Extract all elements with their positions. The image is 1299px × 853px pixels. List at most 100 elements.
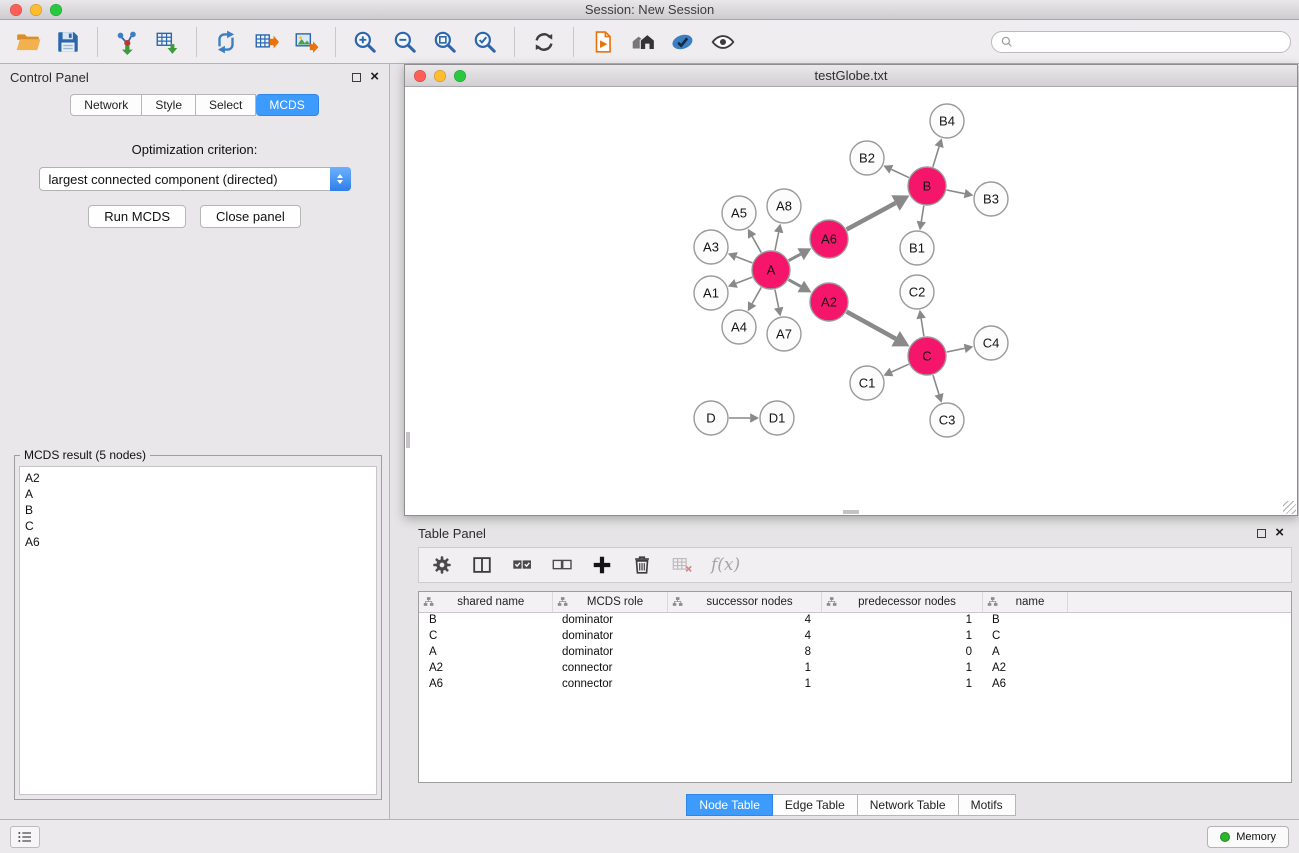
node-C2[interactable]: C2 (900, 275, 934, 309)
edge-A-A2[interactable] (789, 280, 801, 287)
edge-B-B3[interactable] (947, 190, 965, 194)
network-graph[interactable]: B4B2BB3A8A5A6A3B1AC2A1A2A4A7C4CC1DD1C3 (405, 88, 1297, 515)
table-row[interactable]: A2connector11A2 (419, 660, 1291, 676)
open-manual-icon[interactable] (585, 24, 621, 60)
edge-A-A4[interactable] (752, 287, 761, 303)
run-mcds-button[interactable]: Run MCDS (88, 205, 186, 228)
edge-A-A1[interactable] (736, 277, 752, 283)
table-row[interactable]: Bdominator41B (419, 612, 1291, 628)
export-network-icon[interactable] (208, 24, 244, 60)
close-panel-icon[interactable] (1275, 528, 1284, 538)
minimize-light[interactable] (434, 70, 446, 82)
node-D1[interactable]: D1 (760, 401, 794, 435)
memory-button[interactable]: Memory (1207, 826, 1289, 848)
split-handle-icon[interactable] (406, 432, 410, 448)
tab-network-table[interactable]: Network Table (858, 794, 959, 816)
mcds-result-list[interactable]: A2ABCA6 (19, 466, 377, 795)
float-panel-icon[interactable] (352, 73, 361, 82)
show-graphics-details-icon[interactable] (705, 24, 741, 60)
add-row-icon[interactable] (591, 554, 613, 576)
window-titlebar[interactable]: Session: New Session (0, 0, 1299, 20)
cell-MCDS-role[interactable]: dominator (552, 612, 667, 628)
curator-check-icon[interactable] (665, 24, 701, 60)
node-B3[interactable]: B3 (974, 182, 1008, 216)
open-session-icon[interactable] (10, 24, 46, 60)
cell-predecessor-nodes[interactable]: 1 (821, 628, 982, 644)
node-B4[interactable]: B4 (930, 104, 964, 138)
cell-shared-name[interactable]: A2 (419, 660, 552, 676)
node-B2[interactable]: B2 (850, 141, 884, 175)
edge-B-B4[interactable] (933, 147, 939, 167)
dropdown-stepper-icon[interactable] (330, 167, 351, 191)
close-panel-icon[interactable] (370, 72, 379, 82)
split-handle-icon[interactable] (843, 510, 859, 514)
edge-A-A7[interactable] (775, 290, 779, 308)
cell-MCDS-role[interactable]: connector (552, 660, 667, 676)
close-light[interactable] (414, 70, 426, 82)
edge-A-A5[interactable] (752, 236, 761, 252)
node-C4[interactable]: C4 (974, 326, 1008, 360)
import-table-from-file-icon[interactable] (149, 24, 185, 60)
table-row[interactable]: Cdominator41C (419, 628, 1291, 644)
edge-C-C4[interactable] (947, 348, 965, 352)
cell-predecessor-nodes[interactable]: 0 (821, 644, 982, 660)
cell-successor-nodes[interactable]: 4 (667, 612, 821, 628)
edge-A2-C[interactable] (847, 312, 896, 339)
edge-B-B1[interactable] (921, 206, 924, 222)
node-A6[interactable]: A6 (810, 220, 848, 258)
cell-name[interactable]: A (982, 644, 1067, 660)
minimize-light[interactable] (30, 4, 42, 16)
edge-C-C3[interactable] (933, 375, 939, 394)
deselect-all-icon[interactable] (551, 554, 573, 576)
node-A8[interactable]: A8 (767, 189, 801, 223)
node-A[interactable]: A (752, 251, 790, 289)
zoom-out-icon[interactable] (387, 24, 423, 60)
network-canvas[interactable]: B4B2BB3A8A5A6A3B1AC2A1A2A4A7C4CC1DD1C3 (405, 88, 1297, 515)
tab-mcds[interactable]: MCDS (256, 94, 318, 116)
cell-name[interactable]: A2 (982, 660, 1067, 676)
delete-table-icon[interactable] (671, 554, 693, 576)
cell-predecessor-nodes[interactable]: 1 (821, 676, 982, 692)
node-A3[interactable]: A3 (694, 230, 728, 264)
table-settings-icon[interactable] (431, 554, 453, 576)
column-header-successor-nodes[interactable]: successor nodes (667, 592, 821, 612)
table-row[interactable]: A6connector11A6 (419, 676, 1291, 692)
network-window-titlebar[interactable]: testGlobe.txt (405, 65, 1297, 87)
delete-row-icon[interactable] (631, 554, 653, 576)
cytoscape-home-icon[interactable] (625, 24, 661, 60)
edge-B-B2[interactable] (891, 169, 909, 177)
cell-shared-name[interactable]: C (419, 628, 552, 644)
cell-name[interactable]: B (982, 612, 1067, 628)
node-A1[interactable]: A1 (694, 276, 728, 310)
refresh-view-icon[interactable] (526, 24, 562, 60)
result-item[interactable]: C (25, 518, 371, 534)
node-B1[interactable]: B1 (900, 231, 934, 265)
table-row[interactable]: Adominator80A (419, 644, 1291, 660)
cell-name[interactable]: A6 (982, 676, 1067, 692)
node-C[interactable]: C (908, 337, 946, 375)
fx-icon[interactable]: f(x) (711, 555, 740, 575)
cell-MCDS-role[interactable]: dominator (552, 644, 667, 660)
show-panels-button[interactable] (10, 826, 40, 848)
column-header-predecessor-nodes[interactable]: predecessor nodes (821, 592, 982, 612)
export-image-icon[interactable] (288, 24, 324, 60)
import-network-from-file-icon[interactable] (109, 24, 145, 60)
close-panel-button[interactable]: Close panel (200, 205, 301, 228)
search-input[interactable] (1019, 35, 1282, 49)
cell-MCDS-role[interactable]: connector (552, 676, 667, 692)
edge-A-A8[interactable] (775, 232, 779, 250)
cell-successor-nodes[interactable]: 1 (667, 660, 821, 676)
cell-successor-nodes[interactable]: 1 (667, 676, 821, 692)
zoom-fit-icon[interactable] (427, 24, 463, 60)
node-A7[interactable]: A7 (767, 317, 801, 351)
result-item[interactable]: B (25, 502, 371, 518)
column-header-MCDS-role[interactable]: MCDS role (552, 592, 667, 612)
resize-grip-icon[interactable] (1283, 501, 1296, 514)
tab-network[interactable]: Network (70, 94, 142, 116)
cell-successor-nodes[interactable]: 4 (667, 628, 821, 644)
float-panel-icon[interactable] (1257, 529, 1266, 538)
edge-C-C2[interactable] (921, 319, 924, 337)
tab-edge-table[interactable]: Edge Table (773, 794, 858, 816)
zoom-light[interactable] (454, 70, 466, 82)
cell-MCDS-role[interactable]: dominator (552, 628, 667, 644)
